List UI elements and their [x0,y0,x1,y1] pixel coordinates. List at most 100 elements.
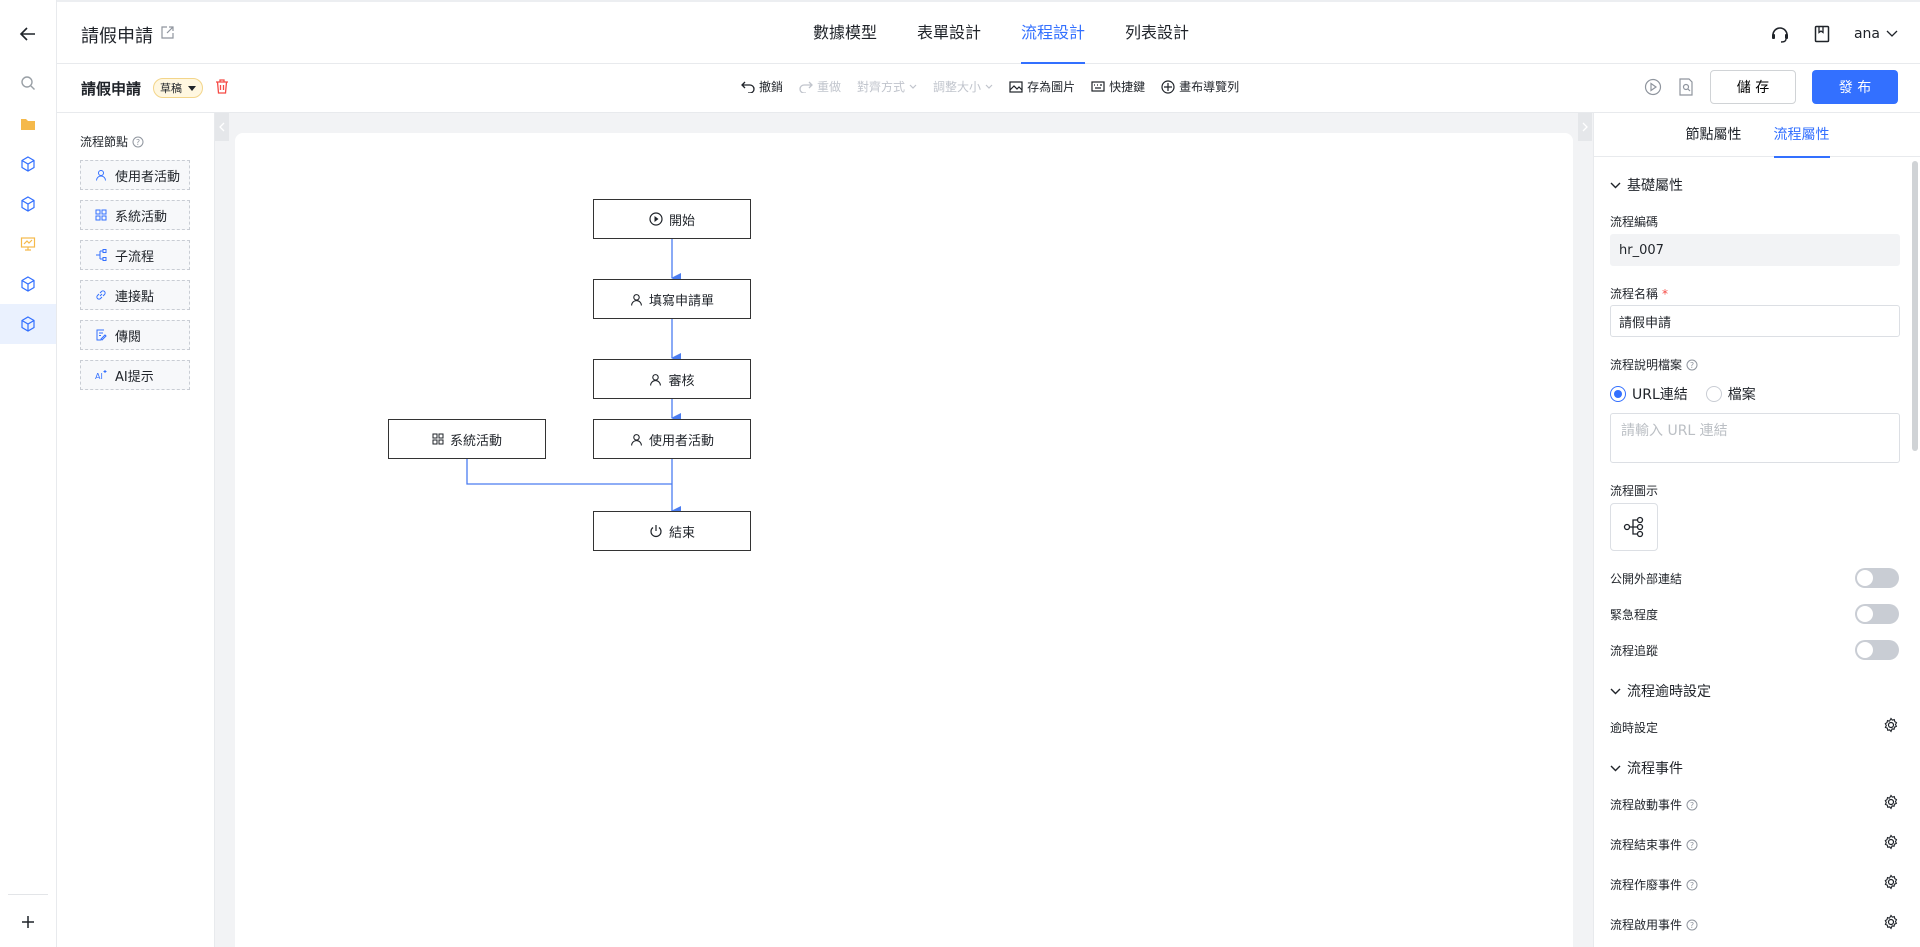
node-palette: 流程節點 ? 使用者活動 系統活動 子流程 連接點 傳閱 AI AI提示 [57,113,215,947]
flow-icon-label: 流程圖示 [1610,482,1658,499]
gear-icon[interactable] [1883,717,1899,733]
help-icon[interactable]: ? [1686,839,1698,851]
palette-item-ai-prompt[interactable]: AI AI提示 [80,360,190,390]
label-text: 流程啟動事件 [1610,798,1683,812]
urgency-toggle[interactable] [1855,604,1899,624]
main-tabs: 數據模型 表單設計 流程設計 列表設計 [793,2,1209,64]
collapse-right-panel-handle[interactable] [1578,113,1592,141]
urgency-label: 緊急程度 [1610,606,1658,623]
power-icon [650,525,662,538]
tab-list-design[interactable]: 列表設計 [1105,2,1209,64]
section-timeout-settings[interactable]: 流程逾時設定 [1610,681,1711,701]
palette-item-subflow[interactable]: 子流程 [80,240,190,270]
flow-icon-picker[interactable] [1610,503,1658,551]
user-menu[interactable]: ana [1854,26,1898,42]
tab-flow-properties[interactable]: 流程屬性 [1773,113,1830,158]
help-icon[interactable]: ? [1686,799,1698,811]
properties-scrollbar[interactable] [1912,161,1918,451]
event-enable-label: 流程啟用事件 ? [1610,916,1698,933]
save-button[interactable]: 儲 存 [1710,70,1796,104]
label-text: 流程結束事件 [1610,838,1683,852]
gear-icon[interactable] [1883,794,1899,810]
tab-form-design[interactable]: 表單設計 [897,2,1001,64]
flow-code-input[interactable] [1610,234,1900,266]
flow-node-label: 結束 [668,525,695,541]
radio-url-link[interactable]: URL連結 [1610,384,1688,404]
redo-button[interactable]: 重做 [799,78,841,95]
palette-item-system-activity[interactable]: 系統活動 [80,200,190,230]
timeout-setting-label: 逾時設定 [1610,719,1658,736]
svg-text:?: ? [1690,881,1694,890]
shortcuts-button[interactable]: 快捷鍵 [1091,78,1145,95]
flow-name-input[interactable] [1610,305,1900,337]
align-dropdown[interactable]: 對齊方式 [857,78,917,95]
flow-node-system-activity[interactable]: 系統活動 [388,419,546,459]
flow-node-end[interactable]: 結束 [593,511,751,551]
rail-cube-icon[interactable] [0,144,56,184]
flow-canvas[interactable]: 開始 填寫申請單 審核 使用者活動 系統活動 結束 [235,133,1573,947]
canvas-nav-button[interactable]: 畫布導覽列 [1161,78,1239,95]
play-icon[interactable] [1644,78,1662,96]
url-link-textarea[interactable] [1610,413,1900,463]
flow-node-review[interactable]: 審核 [593,359,751,399]
chevron-down-icon [1610,765,1621,771]
gear-icon[interactable] [1883,834,1899,850]
subflow-icon [96,249,107,261]
palette-item-user-activity[interactable]: 使用者活動 [80,160,190,190]
help-icon[interactable]: ? [1686,879,1698,891]
collapse-left-panel-handle[interactable] [215,113,229,141]
section-flow-events[interactable]: 流程事件 [1610,758,1683,778]
status-badge-label: 草稿 [160,82,182,95]
rail-cube-icon[interactable] [0,184,56,224]
rail-folder-icon[interactable] [0,104,56,144]
gear-icon[interactable] [1883,874,1899,890]
tab-node-properties[interactable]: 節點屬性 [1686,113,1742,157]
support-headset-icon[interactable] [1770,24,1790,44]
palette-item-label: 傳閱 [115,329,142,345]
label-text: 流程圖示 [1610,484,1659,498]
external-link-icon[interactable] [161,26,174,39]
flow-node-fill-form[interactable]: 填寫申請單 [593,279,751,319]
document-icon[interactable] [1814,25,1830,43]
save-image-button[interactable]: 存為圖片 [1009,78,1075,95]
rail-search-icon[interactable] [0,63,56,103]
play-circle-icon [649,212,663,226]
back-arrow-icon[interactable] [16,22,40,46]
flow-node-label: 審核 [668,373,695,389]
radio-label: URL連結 [1632,387,1688,403]
compass-icon [1161,79,1175,94]
section-basic-properties[interactable]: 基礎屬性 [1610,175,1683,195]
status-badge[interactable]: 草稿 [153,78,203,98]
rail-presentation-icon[interactable] [0,224,56,264]
help-icon[interactable]: ? [132,136,144,148]
properties-tabs: 節點屬性 流程屬性 [1594,113,1920,158]
undo-label: 撤銷 [759,80,784,94]
help-icon[interactable]: ? [1686,919,1698,931]
gear-icon[interactable] [1883,914,1899,930]
radio-file[interactable]: 檔案 [1705,384,1756,404]
publish-button[interactable]: 發 布 [1812,70,1898,104]
tracking-toggle[interactable] [1855,640,1899,660]
flow-node-start[interactable]: 開始 [593,199,751,239]
public-link-toggle[interactable] [1855,568,1899,588]
palette-item-circulate[interactable]: 傳閱 [80,320,190,350]
resize-dropdown[interactable]: 調整大小 [933,78,993,95]
undo-button[interactable]: 撤銷 [741,78,783,95]
tab-flow-design[interactable]: 流程設計 [1001,2,1105,64]
flow-node-label: 填寫申請單 [648,293,714,309]
image-icon [1009,80,1023,93]
plus-icon[interactable] [16,910,40,934]
grid-icon [95,209,107,221]
trash-icon[interactable] [215,79,229,94]
rail-cube-icon-active[interactable] [0,304,56,344]
flow-node-label: 使用者活動 [648,433,714,449]
edge-system-end[interactable] [466,459,672,485]
help-icon[interactable]: ? [1686,359,1698,371]
preview-doc-icon[interactable] [1678,78,1694,96]
palette-item-connector[interactable]: 連接點 [80,280,190,310]
rail-cube-icon[interactable] [0,264,56,304]
label-text: 流程追蹤 [1610,644,1659,658]
tab-data-model[interactable]: 數據模型 [793,2,897,64]
user-icon [650,373,662,386]
flow-node-user-activity[interactable]: 使用者活動 [593,419,751,459]
